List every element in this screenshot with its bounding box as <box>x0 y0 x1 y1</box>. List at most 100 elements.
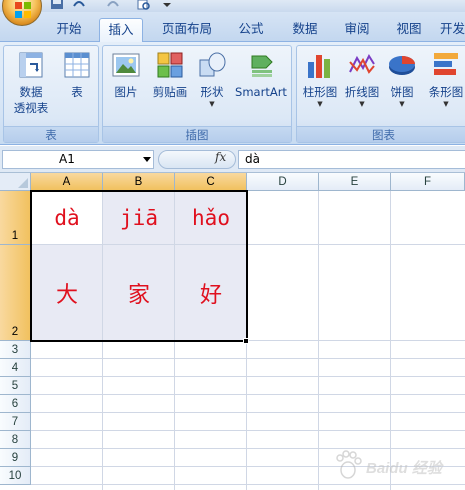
shapes-button[interactable]: 形状 ▼ <box>195 50 229 108</box>
line-chart-label: 折线图 <box>344 85 380 99</box>
row-header-6[interactable]: 6 <box>0 395 31 413</box>
column-chart-button[interactable]: 柱形图 ▼ <box>301 50 339 108</box>
print-preview-icon[interactable] <box>136 0 150 10</box>
tab-formulas[interactable]: 公式 <box>230 18 272 43</box>
gridline <box>31 358 465 359</box>
row-number: 4 <box>11 362 19 374</box>
row-header-10[interactable]: 10 <box>0 467 31 485</box>
line-chart-button[interactable]: 折线图 ▼ <box>342 50 382 108</box>
column-header-a[interactable]: A <box>31 173 103 191</box>
picture-button[interactable]: 图片 <box>109 50 143 100</box>
gridline <box>31 430 465 431</box>
table-button[interactable]: 表 <box>60 50 94 100</box>
customize-qat-icon[interactable] <box>160 0 174 10</box>
row-number: 2 <box>11 326 19 338</box>
pie-chart-label: 饼图 <box>390 85 414 99</box>
fill-handle[interactable] <box>243 338 249 344</box>
save-icon[interactable] <box>50 0 64 10</box>
name-box-dropdown-icon[interactable] <box>143 157 151 162</box>
tab-insert[interactable]: 插入 <box>99 18 143 44</box>
gridline <box>31 412 465 413</box>
column-header-d[interactable]: D <box>247 173 319 191</box>
column-header-f[interactable]: F <box>391 173 465 191</box>
row-number: 7 <box>11 416 19 428</box>
cell-b1[interactable]: jiā <box>103 191 175 245</box>
column-header-c[interactable]: C <box>175 173 247 191</box>
row-header-8[interactable]: 8 <box>0 431 31 449</box>
gridline <box>31 376 465 377</box>
column-chart-label: 柱形图 <box>302 85 338 99</box>
cell-c1[interactable]: hǎo <box>175 191 247 245</box>
table-group: 数据 透视表 表 表 <box>3 45 99 143</box>
formula-input[interactable]: dà <box>238 150 465 169</box>
row-number: 5 <box>11 380 19 392</box>
pie-chart-icon <box>389 56 415 75</box>
undo-icon[interactable] <box>72 0 86 10</box>
row-header-3[interactable]: 3 <box>0 341 31 359</box>
tab-home[interactable]: 开始 <box>48 18 90 43</box>
watermark-text: Baidu 经验 <box>366 459 445 477</box>
row-number: 3 <box>11 344 19 356</box>
tab-developer[interactable]: 开发 <box>440 18 465 43</box>
clipart-button[interactable]: 剪贴画 <box>147 50 193 100</box>
formula-bar: A1 fx dà <box>0 146 465 173</box>
row-number: 6 <box>11 398 19 410</box>
bar-chart-label: 条形图 <box>428 85 464 99</box>
row-header-2[interactable]: 2 <box>0 245 31 341</box>
charts-group-label: 图表 <box>297 126 465 142</box>
shapes-icon <box>199 52 226 77</box>
tab-page-layout[interactable]: 页面布局 <box>154 18 220 43</box>
tab-view[interactable]: 视图 <box>388 18 430 43</box>
clipart-label: 剪贴画 <box>152 85 188 99</box>
table-icon <box>64 52 90 78</box>
row-header-7[interactable]: 7 <box>0 413 31 431</box>
picture-icon <box>112 53 140 77</box>
gridline <box>31 394 465 395</box>
picture-label: 图片 <box>114 85 138 99</box>
row-header-5[interactable]: 5 <box>0 377 31 395</box>
office-logo-icon <box>15 2 31 18</box>
bar-chart-button[interactable]: 条形图 ▼ <box>424 50 465 108</box>
bar-chart-dropdown-icon[interactable]: ▼ <box>424 100 465 108</box>
bar-chart-icon <box>434 53 458 75</box>
table-label: 表 <box>71 85 83 99</box>
worksheet: A B C D E F 1 2 3 4 5 6 7 8 9 10 dà jiā … <box>0 173 465 490</box>
tab-data[interactable]: 数据 <box>283 18 327 43</box>
table-group-label: 表 <box>4 126 98 142</box>
charts-group: 柱形图 ▼ 折线图 ▼ 饼图 ▼ 条形图 ▼ 图表 <box>296 45 465 143</box>
smartart-button[interactable]: SmartArt <box>233 50 289 100</box>
row-header-9[interactable]: 9 <box>0 449 31 467</box>
insert-function-icon[interactable]: fx <box>215 150 226 164</box>
row-header-4[interactable]: 4 <box>0 359 31 377</box>
baidu-paw-icon: Baidu 经验 <box>336 450 445 479</box>
line-chart-dropdown-icon[interactable]: ▼ <box>342 100 382 108</box>
column-chart-icon <box>308 55 330 78</box>
cell-a2[interactable]: 大 <box>31 245 103 341</box>
pivot-table-button[interactable]: 数据 透视表 <box>8 50 54 116</box>
cell-c2[interactable]: 好 <box>175 245 247 341</box>
ribbon-tab-bar: 开始 插入 页面布局 公式 数据 审阅 视图 开发 <box>0 12 465 44</box>
select-all-button[interactable] <box>0 173 31 191</box>
row-number: 9 <box>11 452 19 464</box>
clipart-icon <box>157 52 183 78</box>
column-header-e[interactable]: E <box>319 173 391 191</box>
row-number: 10 <box>8 470 22 482</box>
column-header-b[interactable]: B <box>103 173 175 191</box>
pie-chart-dropdown-icon[interactable]: ▼ <box>385 100 419 108</box>
smartart-icon <box>251 55 273 77</box>
shapes-dropdown-icon[interactable]: ▼ <box>195 100 229 108</box>
line-chart-icon <box>349 53 375 74</box>
pivot-table-icon <box>19 52 43 78</box>
cell-a1[interactable]: dà <box>31 191 103 245</box>
name-box[interactable]: A1 <box>2 150 154 169</box>
illustrations-group: 图片 剪贴画 形状 ▼ SmartArt 插图 <box>102 45 292 143</box>
column-chart-dropdown-icon[interactable]: ▼ <box>301 100 339 108</box>
cell-b2[interactable]: 家 <box>103 245 175 341</box>
ribbon: 数据 透视表 表 表 图片 剪贴画 形状 ▼ SmartArt 插图 柱形图 ▼… <box>0 42 465 145</box>
redo-icon[interactable] <box>106 0 120 10</box>
pivot-table-label-line2: 透视表 <box>13 101 49 115</box>
row-header-1[interactable]: 1 <box>0 191 31 245</box>
pie-chart-button[interactable]: 饼图 ▼ <box>385 50 419 108</box>
tab-review[interactable]: 审阅 <box>336 18 378 43</box>
smartart-label: SmartArt <box>235 85 287 99</box>
